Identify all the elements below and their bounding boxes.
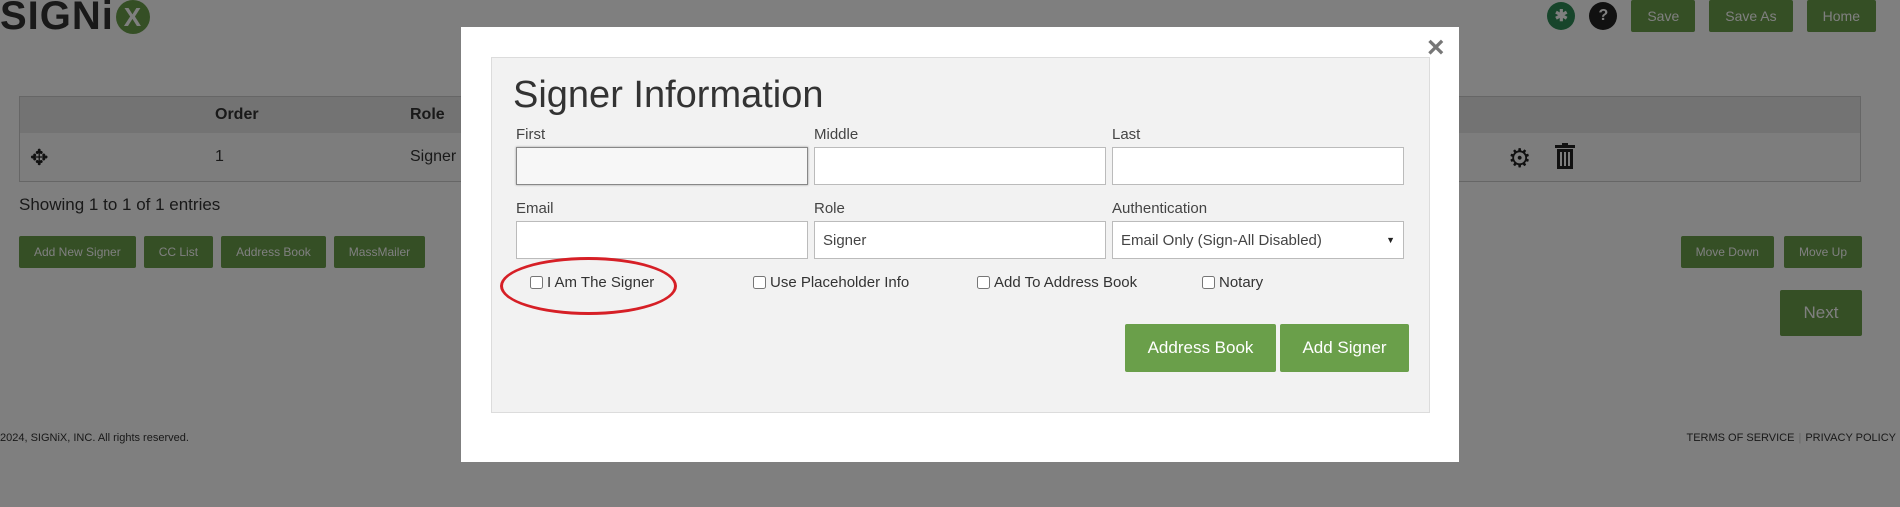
first-name-group: First bbox=[516, 126, 808, 185]
notary-label[interactable]: Notary bbox=[1219, 274, 1263, 291]
placeholder-checkbox[interactable] bbox=[753, 276, 766, 289]
authentication-value: Email Only (Sign-All Disabled) bbox=[1121, 231, 1322, 249]
middle-name-input[interactable] bbox=[814, 147, 1106, 185]
authentication-select[interactable]: Email Only (Sign-All Disabled) ▼ bbox=[1112, 221, 1404, 259]
middle-name-label: Middle bbox=[814, 126, 859, 143]
email-input[interactable] bbox=[516, 221, 808, 259]
signer-information-modal: × Signer Information First Middle Last E… bbox=[461, 27, 1459, 462]
i-am-signer-option: I Am The Signer bbox=[530, 274, 654, 291]
last-name-group: Last bbox=[1112, 126, 1404, 185]
role-input[interactable] bbox=[814, 221, 1106, 259]
authentication-group: Authentication Email Only (Sign-All Disa… bbox=[1112, 200, 1404, 259]
role-group: Role bbox=[814, 200, 1106, 259]
placeholder-label[interactable]: Use Placeholder Info bbox=[770, 274, 909, 291]
address-book-option: Add To Address Book bbox=[977, 274, 1137, 291]
email-label: Email bbox=[516, 200, 554, 217]
placeholder-option: Use Placeholder Info bbox=[753, 274, 909, 291]
middle-name-group: Middle bbox=[814, 126, 1106, 185]
i-am-signer-checkbox[interactable] bbox=[530, 276, 543, 289]
add-signer-button[interactable]: Add Signer bbox=[1280, 324, 1409, 372]
last-name-input[interactable] bbox=[1112, 147, 1404, 185]
notary-option: Notary bbox=[1202, 274, 1263, 291]
authentication-label: Authentication bbox=[1112, 200, 1208, 217]
last-name-label: Last bbox=[1112, 126, 1141, 143]
role-label: Role bbox=[814, 200, 845, 217]
add-to-address-book-label[interactable]: Add To Address Book bbox=[994, 274, 1137, 291]
modal-title: Signer Information bbox=[513, 74, 824, 116]
add-to-address-book-checkbox[interactable] bbox=[977, 276, 990, 289]
address-book-button[interactable]: Address Book bbox=[1125, 324, 1276, 372]
notary-checkbox[interactable] bbox=[1202, 276, 1215, 289]
i-am-signer-label[interactable]: I Am The Signer bbox=[547, 274, 654, 291]
first-name-label: First bbox=[516, 126, 546, 143]
modal-body: Signer Information First Middle Last Ema… bbox=[491, 57, 1430, 413]
first-name-input[interactable] bbox=[516, 147, 808, 185]
chevron-down-icon: ▼ bbox=[1386, 235, 1395, 245]
email-group: Email bbox=[516, 200, 808, 259]
